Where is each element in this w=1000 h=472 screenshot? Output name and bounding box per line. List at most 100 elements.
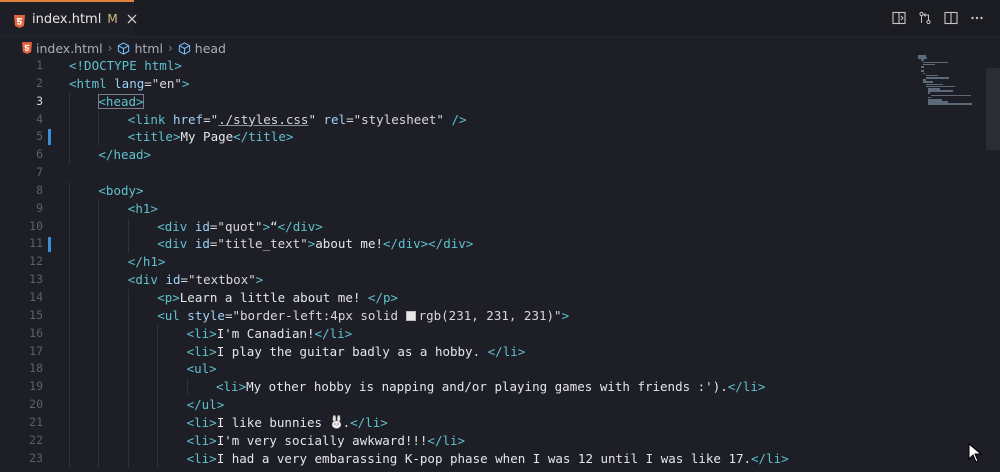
- code-token: </title>: [233, 129, 294, 145]
- tab-index-html[interactable]: index.html M: [0, 0, 137, 36]
- indent-guide: [98, 253, 100, 272]
- line-number: 9: [36, 200, 43, 215]
- indent-guide: [157, 431, 159, 450]
- code-token: I'm Canadian!: [216, 325, 315, 341]
- indent-guide: [69, 253, 70, 272]
- code-token: </head>: [98, 147, 152, 163]
- git-modified-indicator[interactable]: [48, 129, 51, 146]
- code-token: </li>: [487, 343, 526, 359]
- indent-guide: [98, 235, 100, 254]
- git-modified-indicator[interactable]: [48, 236, 51, 253]
- code-line[interactable]: </head>: [69, 146, 910, 165]
- indent-guide: [98, 378, 100, 397]
- code-line[interactable]: <li>My other hobby is napping and/or pla…: [69, 378, 910, 397]
- code-editor[interactable]: 1 2 3 4 5 6 7 8 9 10 11 12 13 14 15 16 17 18 19 20 21 22 23 <!…: [0, 57, 1000, 472]
- code-line[interactable]: <head>: [69, 92, 910, 111]
- code-line[interactable]: <li>I had a very embarassing K-pop phase…: [69, 449, 910, 468]
- line-number: 6: [36, 147, 43, 162]
- indent-guide: [69, 378, 70, 397]
- indent-guide: [98, 217, 100, 236]
- indent-guide: [69, 431, 70, 450]
- indent-guide: [69, 235, 70, 254]
- line-number: 23: [29, 450, 43, 465]
- code-token: ": [308, 111, 324, 127]
- indent-guide: [186, 378, 188, 397]
- code-line[interactable]: <p>Learn a little about me! </p>: [69, 288, 910, 307]
- code-line[interactable]: <!DOCTYPE html>: [69, 57, 910, 75]
- line-number: 2: [36, 75, 43, 90]
- indent-guide: [127, 378, 129, 397]
- code-token: .: [342, 414, 351, 430]
- code-token: <h1>: [127, 200, 158, 216]
- indent-guide: [98, 396, 100, 414]
- indent-guide: [157, 360, 159, 379]
- code-token: </div></div>: [383, 236, 474, 252]
- indent-guide: [127, 449, 129, 468]
- code-line[interactable]: <div id="quot">“</div>: [69, 217, 910, 236]
- indent-guide: [98, 413, 100, 432]
- code-token: <head>: [98, 93, 144, 109]
- code-line[interactable]: <li>I'm Canadian!</li>: [69, 324, 910, 343]
- breadcrumb-file[interactable]: index.html: [22, 41, 103, 56]
- code-line[interactable]: <title>My Page</title>: [69, 128, 910, 147]
- indent-guide: [127, 235, 129, 254]
- code-line[interactable]: <ul style="border-left:4px solid rgb(231…: [69, 306, 910, 325]
- scrollbar[interactable]: [986, 68, 1000, 150]
- code-line[interactable]: <li>I like bunnies .</li>: [69, 413, 910, 432]
- code-token: <li>: [216, 379, 247, 395]
- code-line[interactable]: <div id="textbox">: [69, 271, 910, 289]
- indent-guide: [127, 288, 129, 307]
- code-line[interactable]: <ul>: [69, 360, 910, 379]
- code-token: =": [203, 111, 219, 127]
- code-line[interactable]: <div id="title_text">about me!</div></di…: [69, 235, 910, 254]
- code-line[interactable]: </h1>: [69, 253, 910, 272]
- more-actions-icon[interactable]: [964, 5, 990, 31]
- code-token: <li>: [186, 432, 217, 448]
- split-editor-icon[interactable]: [938, 5, 964, 31]
- color-swatch[interactable]: [405, 310, 416, 321]
- compare-changes-icon[interactable]: [912, 5, 938, 31]
- close-icon[interactable]: [127, 11, 137, 27]
- code-token: My Page: [180, 129, 234, 145]
- code-line[interactable]: [69, 164, 910, 182]
- code-token: Learn a little about me!: [179, 289, 368, 305]
- code-token: </li>: [350, 414, 388, 430]
- minimap[interactable]: [918, 55, 988, 115]
- line-number: 4: [36, 111, 43, 126]
- code-token: “: [270, 218, 278, 234]
- breadcrumb-html[interactable]: html: [117, 41, 163, 56]
- code-line[interactable]: <h1>: [69, 199, 910, 218]
- breadcrumb-head[interactable]: head: [178, 41, 226, 56]
- code-line[interactable]: <link href="./styles.css" rel="styleshee…: [69, 110, 910, 129]
- line-number: 21: [29, 414, 43, 429]
- cube-icon: [178, 41, 191, 55]
- line-number: 5: [36, 129, 43, 144]
- code-token: <li>: [186, 450, 217, 466]
- code-token: My other hobby is napping and/or playing…: [246, 379, 728, 395]
- breadcrumb-label: index.html: [36, 40, 103, 56]
- indent-guide: [69, 217, 70, 236]
- code-token: </li>: [314, 325, 353, 341]
- code-token: </ul>: [186, 397, 225, 413]
- code-token: >: [561, 307, 570, 323]
- indent-guide: [127, 324, 129, 343]
- code-line[interactable]: <body>: [69, 181, 910, 200]
- code-area[interactable]: <!DOCTYPE html> <html lang="en"> <head> <li…: [69, 57, 910, 468]
- code-token: <li>: [186, 343, 217, 359]
- code-line[interactable]: <li>I play the guitar badly as a hobby. …: [69, 342, 910, 361]
- open-preview-icon[interactable]: [886, 5, 912, 31]
- indent-guide: [69, 271, 70, 289]
- indent-guide: [98, 128, 100, 147]
- line-number: 10: [29, 218, 43, 233]
- line-number: 3: [36, 93, 43, 108]
- indent-guide: [127, 413, 129, 432]
- code-token: id: [165, 272, 181, 288]
- indent-guide: [69, 396, 70, 414]
- line-number: 16: [29, 325, 43, 340]
- code-line[interactable]: <li>I'm very socially awkward!!!</li>: [69, 431, 910, 450]
- line-number: 22: [29, 432, 43, 447]
- indent-guide: [69, 288, 70, 307]
- code-line[interactable]: <html lang="en">: [69, 75, 910, 93]
- indent-guide: [98, 324, 100, 343]
- code-line[interactable]: </ul>: [69, 396, 910, 414]
